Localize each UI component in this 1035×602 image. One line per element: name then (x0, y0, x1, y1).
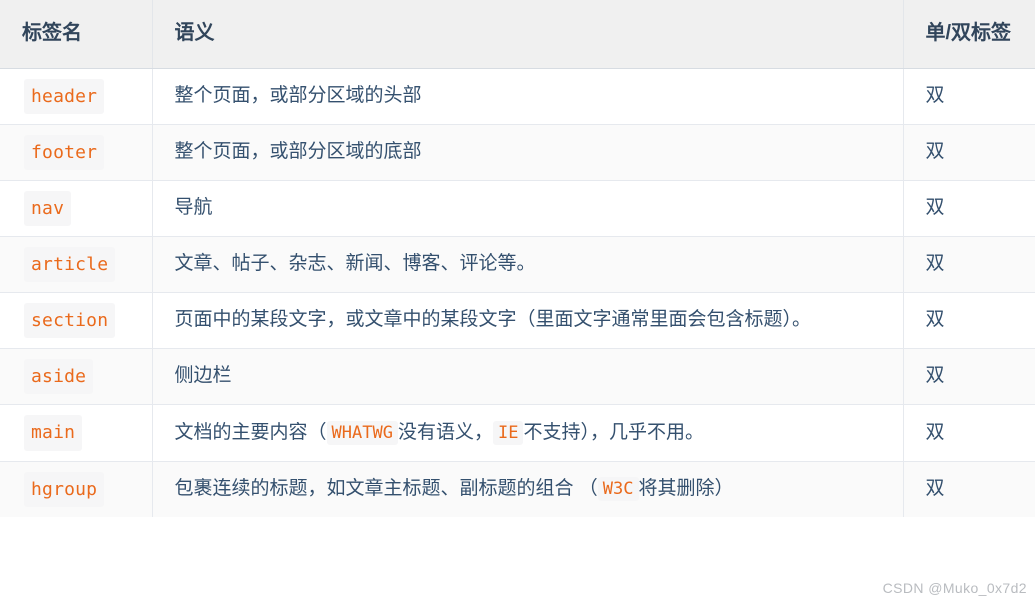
semantics-text: 整个页面，或部分区域的底部 (175, 137, 881, 168)
table-row: main 文档的主要内容（ WHATWG 没有语义， IE 不支持），几乎不用。 双 (0, 404, 1035, 462)
inline-code: W3C (597, 476, 639, 501)
tag-kind-value: 双 (925, 309, 945, 331)
semantics-text-run: 页面中的某段文字，或文章中的某段文字（里面文字通常里面会包含标题）。 (174, 309, 812, 331)
semantics-text-run: 文档的主要内容（ (174, 421, 327, 443)
cell-tag-kind: 双 (903, 292, 1035, 349)
html5-semantic-tags-table: 标签名 语义 单/双标签 header 整个页面，或部分区域的头部双 footer 整… (0, 0, 1035, 517)
cell-semantics: 整个页面，或部分区域的底部 (152, 123, 904, 181)
semantics-text: 文章、帖子、杂志、新闻、博客、评论等。 (175, 249, 881, 280)
semantics-text: 页面中的某段文字，或文章中的某段文字（里面文字通常里面会包含标题）。 (175, 305, 881, 336)
cell-tag-name: section (0, 292, 153, 349)
column-header-tag-kind: 单/双标签 (903, 0, 1035, 69)
cell-tag-name: hgroup (0, 460, 153, 517)
page-root: 标签名 语义 单/双标签 header 整个页面，或部分区域的头部双 footer 整… (0, 0, 1035, 602)
column-header-semantics: 语义 (152, 0, 904, 69)
semantics-text: 文档的主要内容（ WHATWG 没有语义， IE 不支持），几乎不用。 (175, 418, 881, 449)
tag-code-badge: aside (24, 359, 94, 395)
cell-tag-kind: 双 (903, 123, 1035, 181)
inline-code: WHATWG (326, 420, 398, 445)
tag-code-badge: section (24, 303, 116, 339)
semantics-text-run: 导航 (174, 197, 213, 218)
tag-code-badge: nav (24, 190, 72, 226)
cell-semantics: 文章、帖子、杂志、新闻、博客、评论等。 (152, 235, 904, 293)
tag-kind-value: 双 (925, 197, 945, 218)
semantics-text-run: 侧边栏 (174, 365, 232, 387)
cell-tag-kind: 双 (903, 404, 1035, 462)
table-row: section 页面中的某段文字，或文章中的某段文字（里面文字通常里面会包含标题）… (0, 292, 1035, 349)
cell-semantics: 整个页面，或部分区域的头部 (152, 67, 904, 125)
inline-code: IE (492, 420, 524, 445)
cell-tag-name: main (0, 404, 153, 462)
table-row: footer 整个页面，或部分区域的底部 双 (0, 123, 1035, 181)
semantics-text-run: 文章、帖子、杂志、新闻、博客、评论等。 (174, 253, 536, 275)
cell-tag-kind: 双 (903, 348, 1035, 405)
table-header: 标签名 语义 单/双标签 (0, 0, 1035, 69)
cell-tag-kind: 双 (903, 460, 1035, 517)
tag-code-badge: hgroup (24, 471, 105, 507)
table-row: nav 导航 双 (0, 179, 1035, 237)
tag-kind-value: 双 (925, 140, 945, 162)
cell-tag-name: article (0, 235, 153, 293)
cell-semantics: 文档的主要内容（ WHATWG 没有语义， IE 不支持），几乎不用。 (152, 404, 904, 462)
cell-tag-name: footer (0, 123, 153, 181)
cell-semantics: 页面中的某段文字，或文章中的某段文字（里面文字通常里面会包含标题）。 (152, 292, 904, 349)
table-header-row: 标签名 语义 单/双标签 (0, 0, 1035, 69)
cell-tag-kind: 双 (903, 179, 1035, 237)
semantics-text-run: 不支持），几乎不用。 (523, 421, 704, 443)
cell-tag-name: nav (0, 179, 153, 237)
cell-tag-kind: 双 (903, 235, 1035, 293)
tag-kind-value: 双 (925, 253, 945, 275)
table-row: header 整个页面，或部分区域的头部 双 (0, 67, 1035, 125)
cell-semantics: 导航 (152, 179, 904, 237)
tag-code-badge: main (24, 415, 83, 451)
semantics-text-run: 整个页面，或部分区域的底部 (174, 140, 422, 162)
csdn-watermark: CSDN @Muko_0x7d2 (882, 580, 1027, 596)
semantics-text: 包裹连续的标题，如文章主标题、副标题的组合 （W3C 将其删除） (175, 474, 881, 505)
cell-tag-name: aside (0, 348, 153, 405)
tag-code-badge: article (24, 246, 116, 283)
table-row: aside 侧边栏 双 (0, 348, 1035, 405)
semantics-text: 侧边栏 (175, 361, 881, 392)
table-row: article 文章、帖子、杂志、新闻、博客、评论等。 双 (0, 235, 1035, 293)
cell-semantics: 包裹连续的标题，如文章主标题、副标题的组合 （W3C 将其删除） (152, 460, 904, 517)
semantics-text: 整个页面，或部分区域的头部 (175, 81, 881, 112)
semantics-text-run: 整个页面，或部分区域的头部 (174, 84, 422, 106)
cell-semantics: 侧边栏 (152, 348, 904, 405)
tag-code-badge: header (24, 78, 105, 114)
semantics-text: 导航 (175, 193, 881, 224)
table-body: header 整个页面，或部分区域的头部双 footer 整个页面，或部分区域的底部双… (0, 67, 1035, 517)
cell-tag-name: header (0, 67, 153, 125)
tag-kind-value: 双 (925, 365, 945, 387)
semantics-text-run: 没有语义， (397, 421, 493, 443)
semantics-text-run: 将其删除） (638, 477, 734, 499)
cell-tag-kind: 双 (903, 67, 1035, 125)
tag-kind-value: 双 (925, 477, 945, 499)
column-header-tag-name: 标签名 (0, 0, 153, 69)
table-row: hgroup 包裹连续的标题，如文章主标题、副标题的组合 （W3C 将其删除） 双 (0, 460, 1035, 517)
semantics-text-run: 包裹连续的标题，如文章主标题、副标题的组合 （ (174, 477, 598, 499)
tag-kind-value: 双 (925, 84, 945, 106)
tag-kind-value: 双 (925, 421, 945, 443)
tag-code-badge: footer (24, 134, 105, 170)
